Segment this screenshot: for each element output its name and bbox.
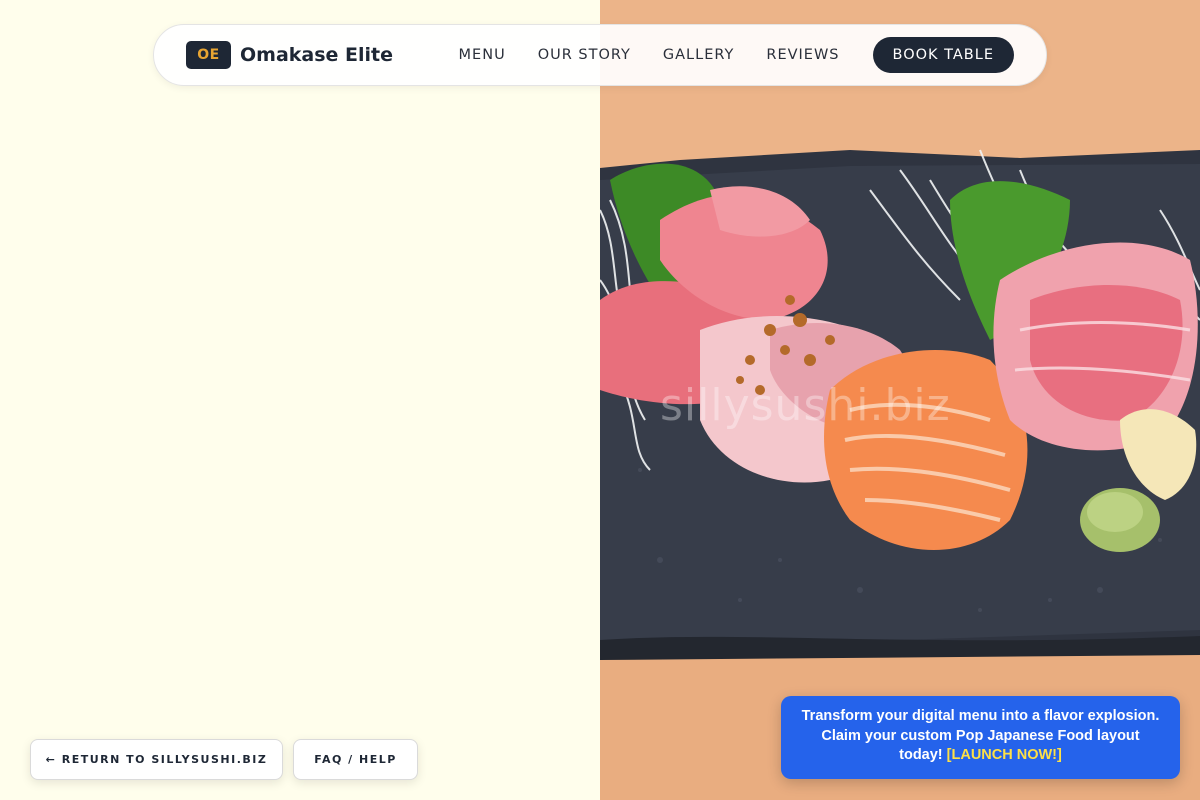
promo-launch-link[interactable]: [LAUNCH NOW!] <box>947 747 1062 763</box>
brand-name[interactable]: Omakase Elite <box>240 44 393 66</box>
hero-photo: sillysushi.biz <box>600 0 1200 800</box>
watermark: sillysushi.biz <box>660 380 951 431</box>
faq-help-button[interactable]: FAQ / HELP <box>293 739 418 780</box>
nav-link-gallery[interactable]: GALLERY <box>663 47 734 63</box>
logo-badge[interactable]: OE <box>186 41 231 69</box>
page: sillysushi.biz OE Omakase Elite MENU OUR… <box>0 0 1200 800</box>
promo-banner: Transform your digital menu into a flavo… <box>781 696 1180 779</box>
nav-link-menu[interactable]: MENU <box>459 47 506 63</box>
navbar: OE Omakase Elite MENU OUR STORY GALLERY … <box>153 24 1047 86</box>
return-button[interactable]: ← RETURN TO SILLYSUSHI.BIZ <box>30 739 283 780</box>
nav-link-reviews[interactable]: REVIEWS <box>766 47 839 63</box>
nav-link-our-story[interactable]: OUR STORY <box>538 47 631 63</box>
nav-links: MENU OUR STORY GALLERY REVIEWS <box>459 47 840 63</box>
left-pane <box>0 0 600 800</box>
book-table-button[interactable]: BOOK TABLE <box>872 37 1014 73</box>
